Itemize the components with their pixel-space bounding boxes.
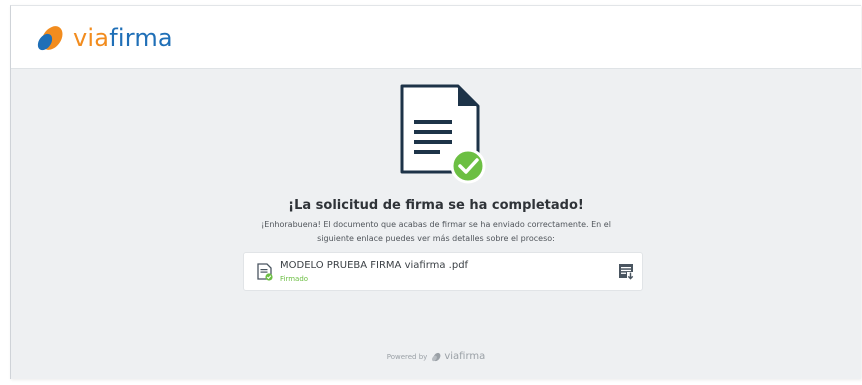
document-status: Firmado bbox=[280, 275, 309, 283]
logo-wordmark: viafirma bbox=[73, 24, 173, 52]
footer-logo-text: viafirma bbox=[444, 351, 485, 362]
document-file-name[interactable]: MODELO PRUEBA FIRMA viafirma .pdf bbox=[280, 260, 468, 271]
powered-by-footer: Powered by viafirma bbox=[11, 351, 861, 362]
footer-viafirma-logo: viafirma bbox=[431, 351, 485, 362]
footer-logo-icon bbox=[432, 352, 441, 361]
document-card[interactable]: MODELO PRUEBA FIRMA viafirma .pdf Firmad… bbox=[243, 252, 643, 291]
document-check-icon bbox=[400, 84, 486, 184]
completion-message: ¡Enhorabuena! El documento que acabas de… bbox=[261, 220, 611, 243]
footer-logo-text-via: via bbox=[444, 351, 460, 362]
download-document-icon[interactable] bbox=[618, 263, 634, 280]
viafirma-logo[interactable]: viafirma bbox=[35, 24, 173, 52]
logo-text-via: via bbox=[73, 24, 110, 52]
logo-text-firma: firma bbox=[109, 24, 173, 52]
footer-logo-text-firma: firma bbox=[459, 351, 486, 362]
powered-by-text: Powered by bbox=[386, 352, 428, 361]
top-bar: viafirma bbox=[11, 6, 861, 69]
completion-title: ¡La solicitud de firma se ha completado! bbox=[288, 198, 584, 213]
signed-file-icon bbox=[257, 263, 273, 281]
app-window: viafirma ¡La solicitud de firma se ha co… bbox=[10, 5, 861, 379]
viafirma-logo-icon bbox=[37, 26, 63, 51]
